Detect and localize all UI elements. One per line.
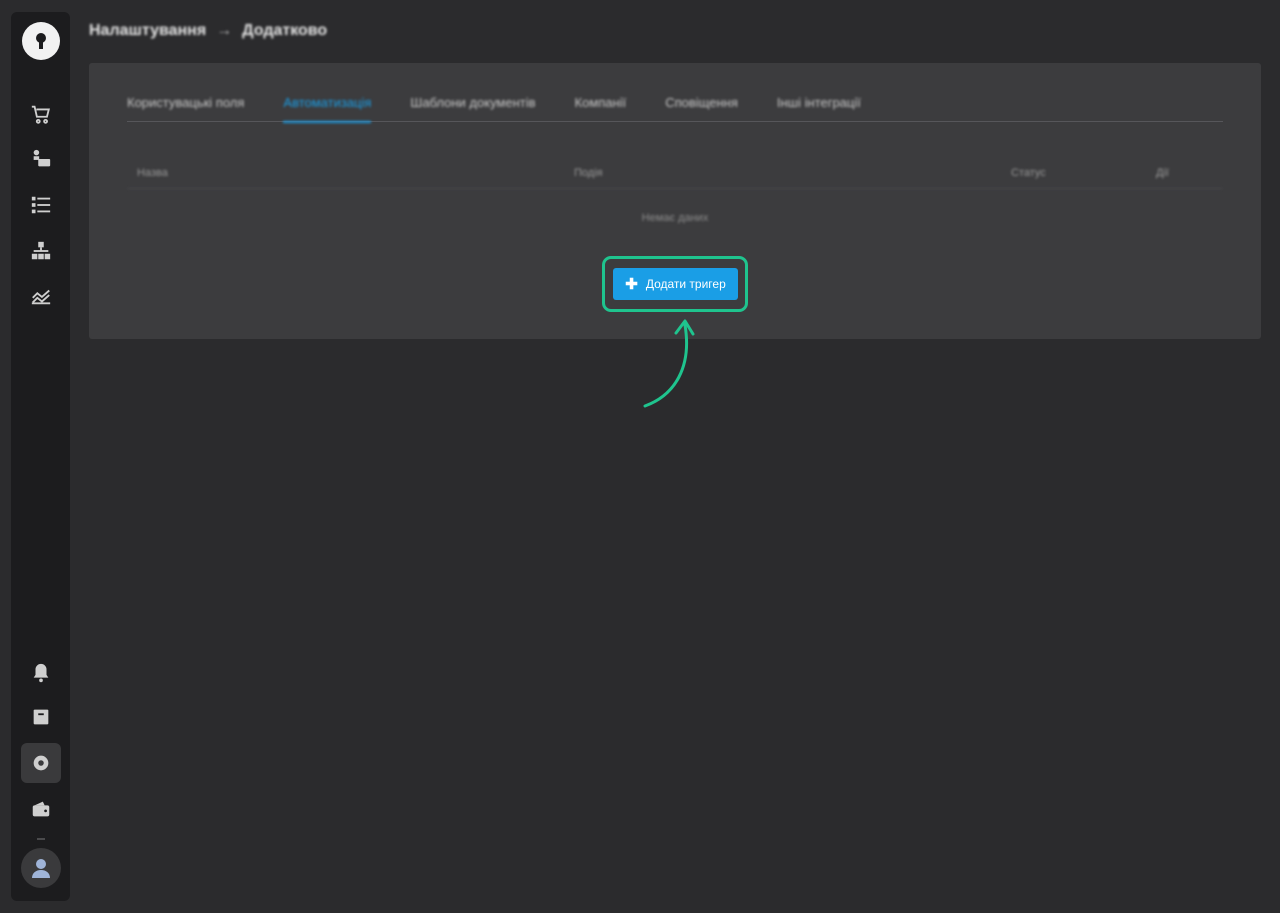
nav-structure[interactable] (21, 231, 61, 271)
breadcrumb-parent[interactable]: Налаштування (89, 22, 206, 40)
plus-icon: ✚ (625, 275, 638, 293)
logo-icon (36, 33, 46, 49)
list-icon (31, 196, 51, 214)
column-event[interactable]: Подія (574, 167, 603, 179)
nav-orders[interactable] (21, 94, 61, 134)
tab-document-templates[interactable]: Шаблони документів (410, 85, 535, 122)
user-avatar[interactable] (21, 848, 61, 888)
table-header: Назва Подія Статус Дії (127, 159, 1223, 189)
bell-icon (33, 663, 49, 683)
cart-icon (31, 105, 50, 124)
column-name[interactable]: Назва (137, 167, 168, 179)
breadcrumb-current: Додатково (242, 22, 328, 39)
nav-tasks[interactable] (21, 185, 61, 225)
nav-analytics[interactable] (21, 276, 61, 316)
nav-settings[interactable] (21, 743, 61, 783)
book-icon (33, 709, 49, 725)
tab-notifications[interactable]: Сповіщення (665, 85, 738, 122)
nav-payments[interactable] (21, 139, 61, 179)
breadcrumb: Налаштування → Додатково (89, 20, 327, 42)
wallet-icon (32, 801, 50, 817)
sidebar-divider (37, 838, 45, 840)
breadcrumb-separator: → (216, 22, 233, 39)
callout-arrow-icon (643, 319, 695, 408)
chart-icon (31, 289, 51, 305)
nav-knowledge[interactable] (21, 697, 61, 737)
column-status[interactable]: Статус (1011, 167, 1046, 179)
app-logo[interactable] (22, 22, 60, 60)
add-trigger-label: Додати тригер (645, 277, 726, 291)
pay-icon (33, 149, 51, 167)
tab-companies[interactable]: Компанії (575, 85, 627, 122)
tab-automation[interactable]: Автоматизація (283, 85, 372, 123)
nav-notifications[interactable] (21, 653, 61, 693)
nav-billing[interactable] (21, 789, 61, 829)
user-icon (32, 859, 50, 878)
tab-bar: Користувацькі поля Автоматизація Шаблони… (127, 85, 1223, 123)
hierarchy-icon (31, 241, 51, 260)
tab-custom-fields[interactable]: Користувацькі поля (127, 85, 244, 122)
gear-icon (33, 755, 49, 771)
sidebar (11, 12, 70, 901)
tab-other-integrations[interactable]: Інші інтеграції (777, 85, 861, 122)
add-trigger-button[interactable]: ✚ Додати тригер (613, 268, 738, 300)
column-actions: Дії (1156, 167, 1169, 179)
empty-state: Немає даних (641, 212, 709, 224)
